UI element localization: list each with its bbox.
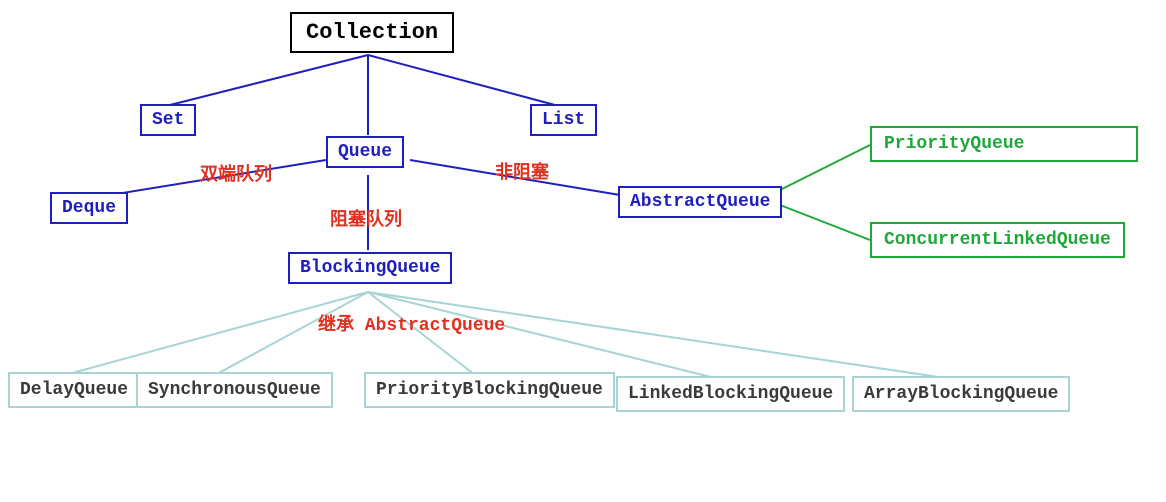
node-linked-blocking-queue: LinkedBlockingQueue xyxy=(616,376,845,412)
node-deque: Deque xyxy=(50,192,128,224)
node-priority-queue: PriorityQueue xyxy=(870,126,1138,162)
node-delay-queue: DelayQueue xyxy=(8,372,140,408)
node-synchronous-queue: SynchronousQueue xyxy=(136,372,333,408)
node-abstract-queue: AbstractQueue xyxy=(618,186,782,218)
note-double-ended: 双端队列 xyxy=(200,160,272,186)
node-collection: Collection xyxy=(290,12,454,53)
note-non-blocking: 非阻塞 xyxy=(495,158,549,184)
node-blocking-queue: BlockingQueue xyxy=(288,252,452,284)
node-list: List xyxy=(530,104,597,136)
node-queue: Queue xyxy=(326,136,404,168)
node-array-blocking-queue: ArrayBlockingQueue xyxy=(852,376,1070,412)
node-set: Set xyxy=(140,104,196,136)
note-inherit: 继承 AbstractQueue xyxy=(318,310,505,336)
note-blocking: 阻塞队列 xyxy=(330,205,402,231)
node-priority-blocking-queue: PriorityBlockingQueue xyxy=(364,372,615,408)
node-concurrent-linked-queue: ConcurrentLinkedQueue xyxy=(870,222,1125,258)
